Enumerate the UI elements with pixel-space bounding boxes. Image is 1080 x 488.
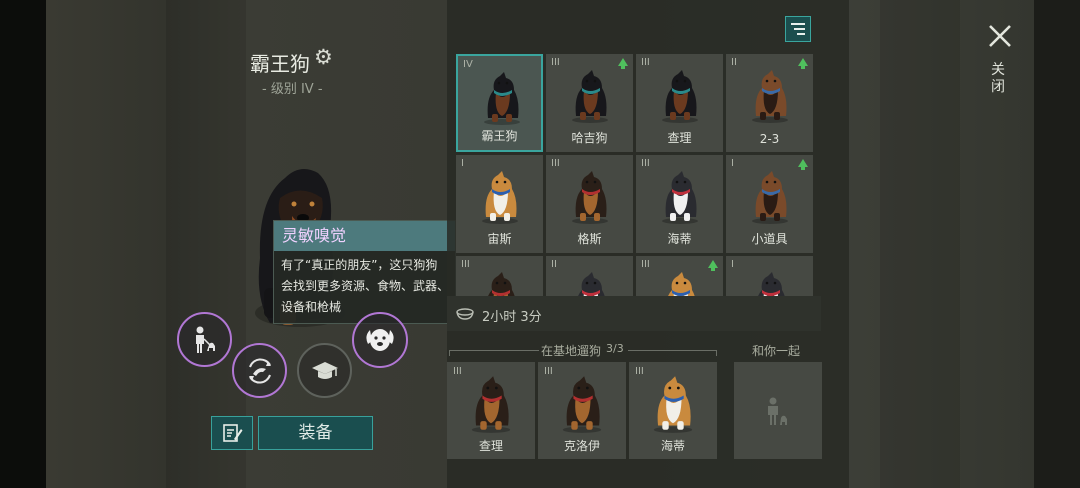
tooltip-title: 灵敏嗅觉 <box>274 221 455 251</box>
notes-button[interactable] <box>211 416 253 450</box>
section-divider <box>449 350 539 351</box>
timer-text: 2小时 3分 <box>482 310 542 325</box>
dog-card[interactable]: II 2-3 <box>726 54 813 152</box>
dog-card[interactable]: III 查理 <box>636 54 723 152</box>
person-dog-icon <box>768 397 787 425</box>
dog-level: - 级别 IV - <box>262 82 323 97</box>
dog-name: 霸王狗 <box>250 52 310 76</box>
dog-rank: III <box>641 57 650 68</box>
graduation-cap-icon <box>311 361 338 379</box>
dog-card-name: 小道具 <box>751 232 788 246</box>
dog-card-name: 格斯 <box>577 232 602 246</box>
dog-card[interactable]: III 海蒂 <box>636 155 723 253</box>
ability-tooltip: 灵敏嗅觉 有了“真正的朋友”，这只狗狗会找到更多资源、食物、武器、设备和枪械 <box>273 220 456 324</box>
with-you-label: 和你一起 <box>752 344 801 358</box>
section-divider <box>628 350 716 351</box>
dog-card[interactable]: I 小道具 <box>726 155 813 253</box>
dog-thumbnail <box>656 268 704 296</box>
bowl-icon <box>456 308 474 320</box>
dog-card-name: 海蒂 <box>660 439 685 453</box>
dog-thumbnail <box>465 372 517 434</box>
dog-thumbnail <box>656 66 704 124</box>
training-ability-button[interactable] <box>297 343 352 398</box>
filter-button[interactable] <box>785 16 811 42</box>
dog-rank: III <box>461 259 470 270</box>
dog-card[interactable]: III <box>456 256 543 296</box>
dog-rank: I <box>731 259 734 270</box>
dog-thumbnail <box>746 268 794 296</box>
recall-icon <box>248 358 271 383</box>
dog-card[interactable]: III 格斯 <box>546 155 633 253</box>
dog-thumbnail <box>566 268 614 296</box>
dog-rank: III <box>544 366 553 377</box>
dog-card[interactable]: I 宙斯 <box>456 155 543 253</box>
dog-card-name: 霸王狗 <box>481 129 518 143</box>
dog-thumbnail <box>566 167 614 225</box>
dog-rank: I <box>461 158 464 169</box>
walk-person-icon <box>195 326 215 353</box>
walk-ability-button[interactable] <box>177 312 232 367</box>
filter-icon <box>791 23 805 35</box>
dog-card[interactable]: III <box>636 256 723 296</box>
upgrade-arrow-icon <box>708 260 718 271</box>
notes-icon <box>223 424 243 442</box>
dog-thumbnail <box>556 372 608 434</box>
screen-edge-right <box>1034 0 1080 488</box>
dog-thumbnail <box>476 167 524 225</box>
dog-rank: III <box>641 158 650 169</box>
dog-thumbnail <box>566 66 614 124</box>
upgrade-arrow-icon <box>798 58 808 69</box>
dog-thumbnail <box>647 372 699 434</box>
dog-rank: II <box>551 259 557 270</box>
dog-face-icon <box>366 329 394 351</box>
dog-rank: III <box>641 259 650 270</box>
dog-thumbnail <box>656 167 704 225</box>
dog-thumbnail <box>476 268 524 296</box>
base-walk-count: 3/3 <box>606 342 624 355</box>
bg-pillar <box>880 0 960 488</box>
base-walk-dog-card[interactable]: III 海蒂 <box>629 362 717 459</box>
dog-thumbnail <box>478 68 526 126</box>
dog-card-name: 查理 <box>667 131 692 145</box>
dog-thumbnail <box>746 66 794 124</box>
section-divider <box>449 350 450 356</box>
dog-card-name: 查理 <box>478 439 503 453</box>
dog-card-name: 海蒂 <box>667 232 692 246</box>
section-divider <box>716 350 717 356</box>
with-you-slot[interactable] <box>734 362 822 459</box>
tooltip-body: 有了“真正的朋友”，这只狗狗会找到更多资源、食物、武器、设备和枪械 <box>281 258 450 314</box>
dog-thumbnail <box>746 167 794 225</box>
dog-grid: IV 霸王狗 III 哈吉狗 III 查理 II 2-3 I 宙斯 III 格斯 III 海蒂 I 小道具 II… <box>456 54 816 296</box>
upgrade-arrow-icon <box>798 159 808 170</box>
dog-card[interactable]: IV 霸王狗 <box>456 54 543 152</box>
dog-card-name: 2-3 <box>759 132 780 146</box>
bg-pillar <box>166 0 246 488</box>
dog-rank: II <box>731 57 737 68</box>
dog-card-name: 哈吉狗 <box>571 131 608 145</box>
dog-card[interactable]: II <box>546 256 633 296</box>
recall-ability-button[interactable] <box>232 343 287 398</box>
close-label[interactable]: 关闭 <box>990 62 1006 96</box>
gear-icon[interactable]: ⚙ <box>314 46 336 68</box>
equip-button[interactable]: 装备 <box>258 416 373 450</box>
close-icon[interactable] <box>986 22 1014 50</box>
dog-card[interactable]: III 哈吉狗 <box>546 54 633 152</box>
dog-rank: IV <box>463 59 473 70</box>
base-walk-dog-card[interactable]: III 查理 <box>447 362 535 459</box>
dog-rank: III <box>453 366 462 377</box>
dog-rank: III <box>551 57 560 68</box>
base-walk-label: 在基地遛狗 <box>541 344 602 358</box>
screen-edge-left <box>0 0 46 488</box>
upgrade-arrow-icon <box>618 58 628 69</box>
dog-rank: III <box>551 158 560 169</box>
sniff-ability-button[interactable] <box>352 312 408 368</box>
dog-card-name: 宙斯 <box>487 232 512 246</box>
dog-card-name: 克洛伊 <box>563 439 600 453</box>
base-walk-dog-card[interactable]: III 克洛伊 <box>538 362 626 459</box>
dog-card[interactable]: I <box>726 256 813 296</box>
dog-rank: III <box>635 366 644 377</box>
dog-rank: I <box>731 158 734 169</box>
